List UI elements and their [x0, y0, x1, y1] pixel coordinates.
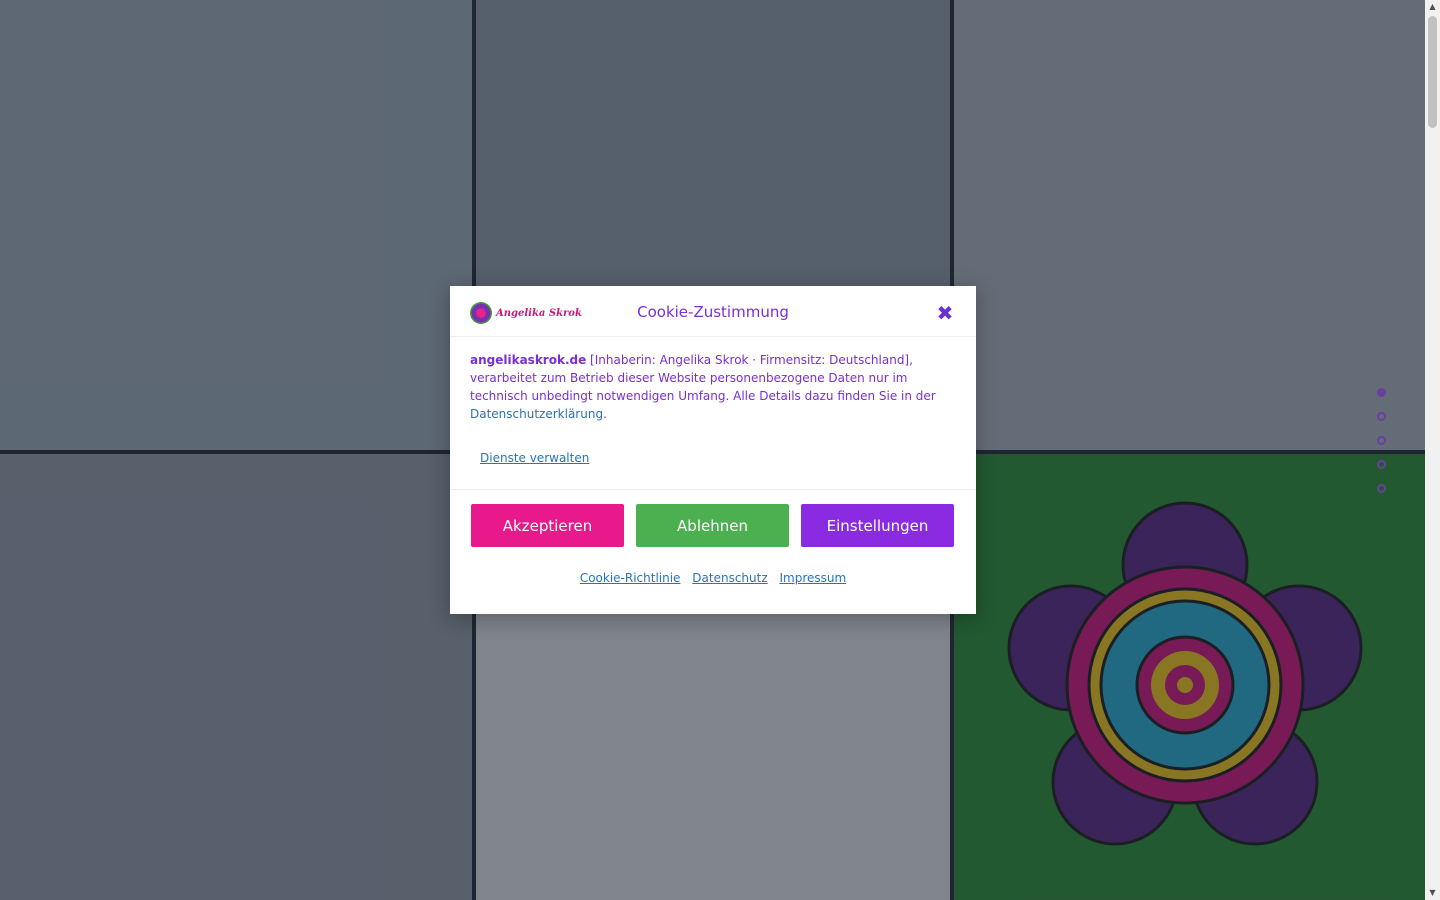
- dialog-header: Angelika Skrok Cookie-Zustimmung ✖: [450, 286, 976, 337]
- slider-dot-4[interactable]: [1377, 460, 1386, 469]
- button-row: Akzeptieren Ablehnen Einstellungen: [471, 504, 954, 547]
- scroll-up-arrow-icon[interactable]: ▲: [1428, 3, 1437, 11]
- slider-dot-1[interactable]: [1377, 388, 1386, 397]
- close-icon[interactable]: ✖: [934, 302, 956, 324]
- slider-dot-2[interactable]: [1377, 412, 1386, 421]
- dialog-title: Cookie-Zustimmung: [637, 303, 789, 321]
- deny-button[interactable]: Ablehnen: [636, 504, 789, 547]
- cookie-consent-dialog: Angelika Skrok Cookie-Zustimmung ✖ angel…: [450, 286, 976, 614]
- dialog-body: angelikaskrok.de [Inhaberin: Angelika Sk…: [450, 337, 976, 467]
- dialog-footer-links: Cookie-Richtlinie Datenschutz Impressum: [450, 571, 976, 585]
- slider-dot-3[interactable]: [1377, 436, 1386, 445]
- body-end: .: [603, 407, 607, 421]
- manage-services-link[interactable]: Dienste verwalten: [480, 449, 589, 467]
- page: ▲ ▼ Angelika Skrok Cookie-Zustimmung ✖ a…: [0, 0, 1440, 900]
- privacy-policy-link[interactable]: Datenschutzerklärung: [470, 407, 603, 421]
- imprint-link[interactable]: Impressum: [779, 571, 846, 585]
- accept-button[interactable]: Akzeptieren: [471, 504, 624, 547]
- privacy-link[interactable]: Datenschutz: [692, 571, 767, 585]
- cookie-policy-link[interactable]: Cookie-Richtlinie: [580, 571, 681, 585]
- settings-button[interactable]: Einstellungen: [801, 504, 954, 547]
- scrollbar[interactable]: ▲ ▼: [1425, 0, 1440, 900]
- slider-pagination: [1377, 388, 1386, 508]
- divider: [450, 489, 976, 490]
- site-name: angelikaskrok.de: [470, 353, 587, 367]
- scroll-thumb[interactable]: [1428, 16, 1437, 128]
- scroll-down-arrow-icon[interactable]: ▼: [1428, 889, 1437, 897]
- slider-dot-5[interactable]: [1377, 484, 1386, 493]
